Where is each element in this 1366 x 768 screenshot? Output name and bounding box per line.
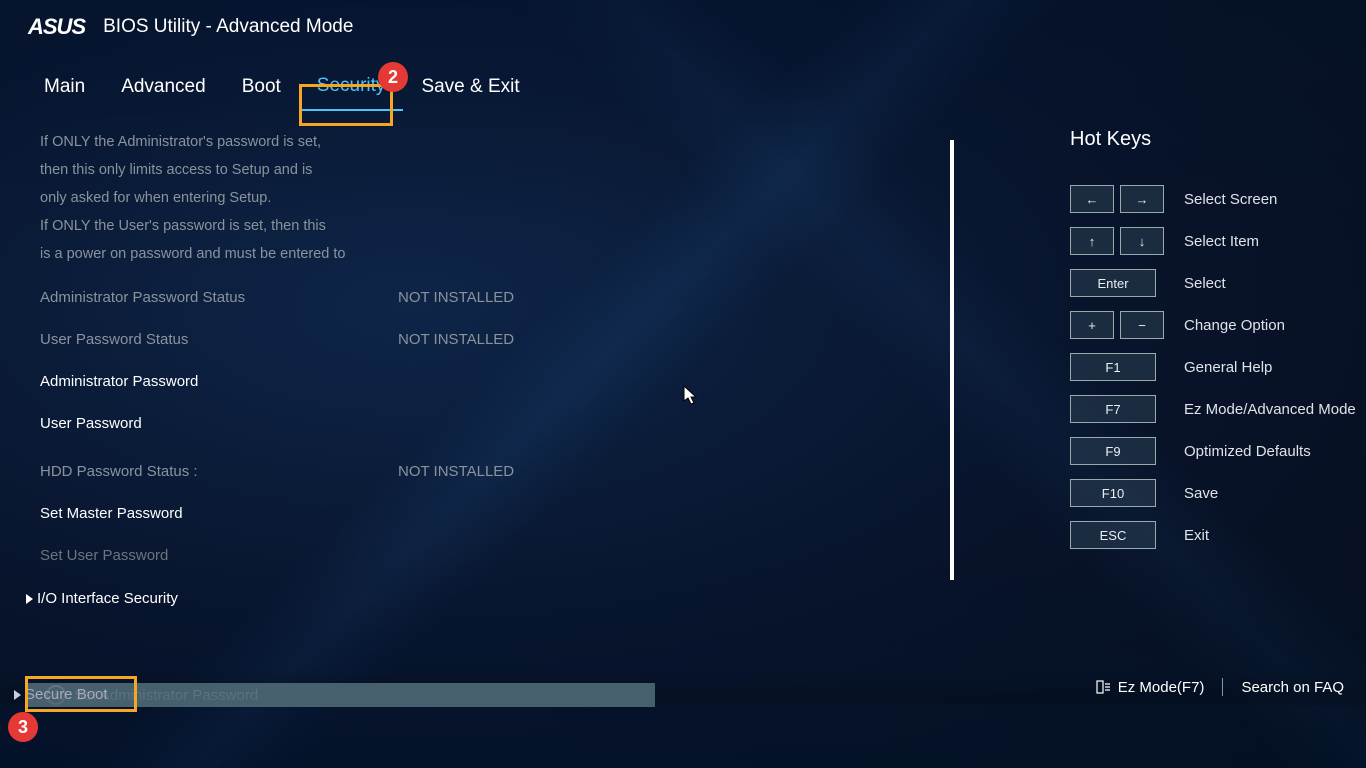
help-text: If ONLY the Administrator's password is … (40, 128, 1000, 268)
key-button: → (1120, 185, 1164, 213)
set-user-password-label: Set User Password (40, 547, 398, 564)
hotkey-keys: F9 (1070, 437, 1146, 465)
key-button: F10 (1070, 479, 1156, 507)
io-interface-security-label: I/O Interface Security (37, 590, 178, 607)
user-password-status-value: NOT INSTALLED (398, 331, 514, 348)
hotkeys-panel: Hot Keys ←→ Select Screen ↑↓ Select Item Ent… (1000, 128, 1366, 705)
hotkey-keys: Enter (1070, 269, 1146, 297)
hotkey-keys: ESC (1070, 521, 1146, 549)
tab-advanced[interactable]: Advanced (103, 70, 224, 110)
user-password-status-row: User Password Status NOT INSTALLED (40, 318, 1000, 360)
admin-password-status-row: Administrator Password Status NOT INSTAL… (40, 276, 1000, 318)
hotkey-row: Enter Select (1070, 269, 1366, 297)
hotkey-keys: ↑↓ (1070, 227, 1146, 255)
hotkey-keys: +− (1070, 311, 1146, 339)
tab-save-exit[interactable]: Save & Exit (403, 70, 537, 110)
user-password-label: User Password (40, 415, 398, 432)
hotkey-row: F1 General Help (1070, 353, 1366, 381)
key-button: ESC (1070, 521, 1156, 549)
hotkey-row: ESC Exit (1070, 521, 1366, 549)
ez-mode-label: Ez Mode(F7) (1118, 679, 1205, 696)
secure-boot-item[interactable]: Secure Boot (28, 683, 108, 706)
asus-logo: ASUS (28, 14, 85, 40)
hotkey-keys: F1 (1070, 353, 1146, 381)
search-faq-button[interactable]: Search on FAQ (1241, 679, 1344, 696)
admin-password-status-value: NOT INSTALLED (398, 289, 514, 306)
help-line: If ONLY the Administrator's password is … (40, 128, 1000, 156)
hdd-password-status-value: NOT INSTALLED (398, 463, 514, 480)
set-master-password-label: Set Master Password (40, 505, 398, 522)
help-line: only asked for when entering Setup. (40, 184, 1000, 212)
footer-separator (1222, 678, 1223, 696)
scrollbar[interactable] (950, 140, 954, 580)
help-line: then this only limits access to Setup an… (40, 156, 1000, 184)
help-line: is a power on password and must be enter… (40, 240, 1000, 268)
hotkeys-title: Hot Keys (1070, 128, 1366, 151)
key-button: + (1070, 311, 1114, 339)
hotkey-label: Select Item (1184, 233, 1259, 250)
user-password-item[interactable]: User Password (40, 402, 1000, 444)
key-button: ↑ (1070, 227, 1114, 255)
help-line: If ONLY the User's password is set, then… (40, 212, 1000, 240)
hotkey-row: F7 Ez Mode/Advanced Mode (1070, 395, 1366, 423)
hdd-password-status-row: HDD Password Status : NOT INSTALLED (40, 450, 1000, 492)
secure-boot-label: Secure Boot (25, 686, 108, 703)
callout-badge-2: 2 (378, 62, 408, 92)
main-area: If ONLY the Administrator's password is … (0, 120, 1366, 705)
chevron-right-icon (26, 594, 33, 604)
hotkey-label: Select (1184, 275, 1226, 292)
set-user-password-item: Set User Password (40, 534, 1000, 576)
hotkey-row: ↑↓ Select Item (1070, 227, 1366, 255)
secure-boot-selection-bar (25, 683, 655, 707)
key-button: Enter (1070, 269, 1156, 297)
ez-mode-button[interactable]: Ez Mode(F7) (1096, 679, 1205, 696)
app-title: BIOS Utility - Advanced Mode (103, 16, 353, 38)
hotkey-label: Exit (1184, 527, 1209, 544)
io-interface-security-item[interactable]: I/O Interface Security (40, 584, 1000, 613)
hotkey-label: General Help (1184, 359, 1272, 376)
tab-bar: Main Advanced Boot Security Save & Exit … (0, 54, 1366, 120)
tab-main[interactable]: Main (26, 70, 103, 110)
hotkey-keys: F10 (1070, 479, 1146, 507)
hotkey-keys: F7 (1070, 395, 1146, 423)
security-panel: If ONLY the Administrator's password is … (0, 128, 1000, 705)
hdd-password-status-label: HDD Password Status : (40, 463, 398, 480)
hotkey-label: Ez Mode/Advanced Mode (1184, 401, 1356, 418)
ez-mode-icon (1096, 680, 1112, 694)
administrator-password-item[interactable]: Administrator Password (40, 360, 1000, 402)
hotkey-label: Change Option (1184, 317, 1285, 334)
admin-password-status-label: Administrator Password Status (40, 289, 398, 306)
hotkey-label: Optimized Defaults (1184, 443, 1311, 460)
key-button: ← (1070, 185, 1114, 213)
chevron-right-icon (14, 690, 21, 700)
mouse-cursor-icon (683, 385, 701, 407)
hotkey-row: ←→ Select Screen (1070, 185, 1366, 213)
hotkey-row: +− Change Option (1070, 311, 1366, 339)
header: ASUS BIOS Utility - Advanced Mode (0, 0, 1366, 54)
hotkey-row: F9 Optimized Defaults (1070, 437, 1366, 465)
administrator-password-label: Administrator Password (40, 373, 398, 390)
key-button: F9 (1070, 437, 1156, 465)
user-password-status-label: User Password Status (40, 331, 398, 348)
set-master-password-item[interactable]: Set Master Password (40, 492, 1000, 534)
tab-boot[interactable]: Boot (224, 70, 299, 110)
hotkey-row: F10 Save (1070, 479, 1366, 507)
key-button: F7 (1070, 395, 1156, 423)
key-button: F1 (1070, 353, 1156, 381)
hotkey-label: Save (1184, 485, 1218, 502)
key-button: ↓ (1120, 227, 1164, 255)
hotkey-keys: ←→ (1070, 185, 1146, 213)
hotkey-label: Select Screen (1184, 191, 1277, 208)
callout-badge-3: 3 (8, 712, 38, 742)
key-button: − (1120, 311, 1164, 339)
